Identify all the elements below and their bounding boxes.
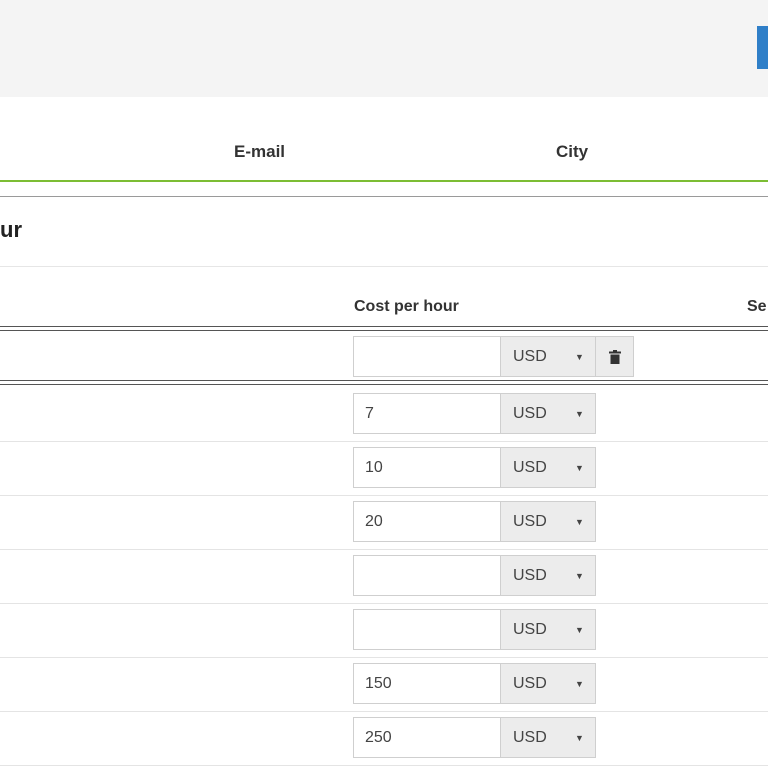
currency-select[interactable]: USD ▼ — [501, 393, 596, 434]
currency-select[interactable]: USD ▼ — [501, 717, 596, 758]
currency-select[interactable]: USD ▼ — [501, 609, 596, 650]
caret-down-icon: ▼ — [575, 571, 584, 581]
currency-label: USD — [513, 405, 547, 422]
column-header-se: Se — [747, 298, 767, 315]
currency-select[interactable]: USD ▼ — [501, 555, 596, 596]
cost-input[interactable] — [353, 609, 501, 650]
currency-label: USD — [513, 567, 547, 584]
caret-down-icon: ▼ — [575, 352, 584, 362]
currency-select[interactable]: USD ▼ — [501, 663, 596, 704]
currency-label: USD — [513, 459, 547, 476]
row-divider — [0, 495, 768, 496]
currency-select[interactable]: USD ▼ — [501, 501, 596, 542]
currency-select[interactable]: USD ▼ — [501, 336, 596, 377]
cost-input[interactable]: 150 — [353, 663, 501, 704]
currency-label: USD — [513, 675, 547, 692]
cost-input[interactable] — [353, 555, 501, 596]
currency-select[interactable]: USD ▼ — [501, 447, 596, 488]
column-header-email[interactable]: E-mail — [234, 142, 285, 162]
caret-down-icon: ▼ — [575, 679, 584, 689]
row-divider — [0, 657, 768, 658]
table-row: 10 USD ▼ — [0, 447, 768, 501]
column-header-city[interactable]: City — [556, 142, 588, 162]
row-divider — [0, 765, 768, 766]
cost-input[interactable]: 250 — [353, 717, 501, 758]
panel-border — [0, 196, 768, 197]
caret-down-icon: ▼ — [575, 409, 584, 419]
row-divider — [0, 549, 768, 550]
table-row: 7 USD ▼ — [0, 393, 768, 447]
panel-title-divider — [0, 266, 768, 267]
caret-down-icon: ▼ — [575, 517, 584, 527]
currency-label: USD — [513, 513, 547, 530]
row-divider — [0, 711, 768, 712]
top-toolbar — [0, 0, 768, 97]
currency-label: USD — [513, 729, 547, 746]
row-divider — [0, 441, 768, 442]
trash-icon — [609, 350, 621, 364]
cost-input[interactable]: 10 — [353, 447, 501, 488]
panel-title: ur — [0, 217, 22, 242]
cost-input[interactable]: 7 — [353, 393, 501, 434]
table-row: 20 USD ▼ — [0, 501, 768, 555]
cost-input[interactable]: 20 — [353, 501, 501, 542]
table-header-row: E-mail City — [0, 97, 768, 182]
table-row: 250 USD ▼ — [0, 717, 768, 771]
caret-down-icon: ▼ — [575, 625, 584, 635]
table-row: 150 USD ▼ — [0, 663, 768, 717]
header-double-rule — [0, 326, 768, 331]
row-divider — [0, 603, 768, 604]
table-row: USD ▼ — [0, 555, 768, 609]
primary-action-button[interactable] — [757, 26, 768, 69]
caret-down-icon: ▼ — [575, 463, 584, 473]
delete-button[interactable] — [596, 336, 634, 377]
currency-label: USD — [513, 621, 547, 638]
column-header-cost-per-hour: Cost per hour — [354, 298, 459, 315]
caret-down-icon: ▼ — [575, 733, 584, 743]
cost-input[interactable] — [353, 336, 501, 377]
table-row: USD ▼ — [0, 609, 768, 663]
currency-label: USD — [513, 348, 547, 365]
new-row-double-rule — [0, 380, 768, 385]
